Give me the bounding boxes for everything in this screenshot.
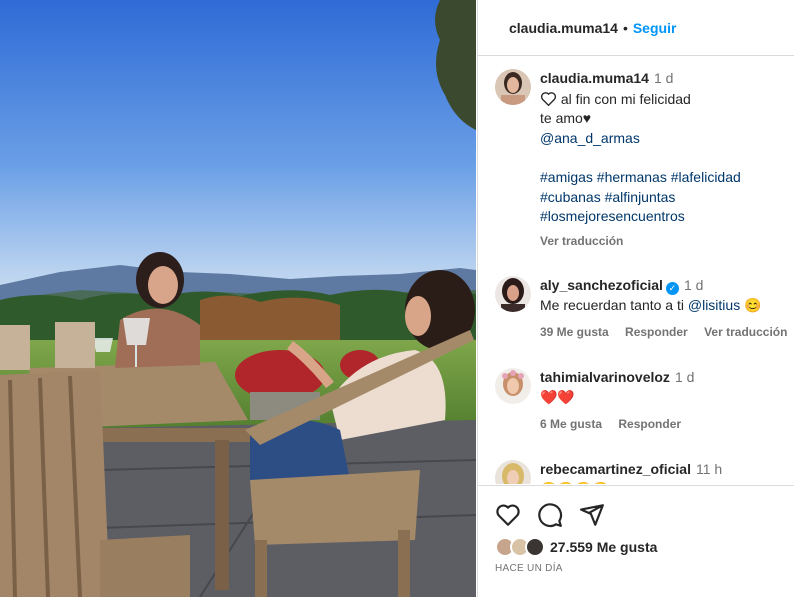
comment-likes[interactable]: 6 Me gusta xyxy=(540,417,602,431)
post-side-panel: claudia.muma14 • Seguir claudia.muma14 1 … xyxy=(477,0,794,597)
caption: claudia.muma14 1 d al fin con mi felicida… xyxy=(495,69,790,251)
caption-mention[interactable]: @ana_d_armas xyxy=(540,129,741,149)
follow-button[interactable]: Seguir xyxy=(633,20,677,36)
translate-button[interactable]: Ver traducción xyxy=(704,325,787,339)
avatar xyxy=(525,537,545,557)
share-icon[interactable] xyxy=(579,502,605,528)
comment-username[interactable]: aly_sanchezoficial xyxy=(540,277,663,293)
caption-username[interactable]: claudia.muma14 xyxy=(540,70,649,86)
comments-list[interactable]: claudia.muma14 1 d al fin con mi felicida… xyxy=(478,57,794,484)
comment-text: Me recuerdan tanto a ti xyxy=(540,296,684,313)
reply-button[interactable]: Responder xyxy=(618,417,681,431)
avatar[interactable] xyxy=(495,368,531,404)
liker-avatars xyxy=(495,537,545,557)
comment-likes[interactable]: 39 Me gusta xyxy=(540,325,609,339)
heart-icon[interactable] xyxy=(495,502,521,528)
comment-username[interactable]: rebecamartinez_oficial xyxy=(540,461,691,477)
comment-item: aly_sanchezoficial ✓ 1 d Me recuerdan tant… xyxy=(495,276,790,343)
caption-hashtags-3[interactable]: #losmejoresencuentros xyxy=(540,207,741,227)
comment-time[interactable]: 1 d xyxy=(675,369,694,385)
caption-line-1: al fin con mi felicidad xyxy=(560,90,691,107)
comment-text: ❤️❤️ xyxy=(540,388,575,405)
comment-item: rebecamartinez_oficial 11 h 😍😍😍😍 xyxy=(495,460,790,484)
comment-item: tahimialvarinoveloz 1 d ❤️❤️ 6 Me gusta R… xyxy=(495,368,790,435)
post-photo[interactable] xyxy=(0,0,476,597)
comment-emoji: 😊 xyxy=(744,296,762,313)
post-actions: 27.559 Me gusta HACE UN DÍA xyxy=(478,485,794,574)
post-header: claudia.muma14 • Seguir xyxy=(478,0,794,56)
photo-scene xyxy=(0,0,476,597)
caption-time[interactable]: 1 d xyxy=(654,70,673,86)
likes-summary[interactable]: 27.559 Me gusta xyxy=(495,537,657,557)
post-timestamp[interactable]: HACE UN DÍA xyxy=(495,563,563,574)
likes-count[interactable]: 27.559 Me gusta xyxy=(550,539,657,555)
comment-mention[interactable]: @lisitius xyxy=(688,297,740,313)
author-username[interactable]: claudia.muma14 xyxy=(509,20,618,36)
caption-translate-button[interactable]: Ver traducción xyxy=(540,234,623,248)
avatar[interactable] xyxy=(495,69,531,105)
comment-icon[interactable] xyxy=(537,502,563,528)
reply-button[interactable]: Responder xyxy=(625,325,688,339)
avatar[interactable] xyxy=(495,276,531,312)
caption-hashtags-2[interactable]: #cubanas #alfinjuntas xyxy=(540,188,741,208)
separator-dot: • xyxy=(622,19,628,36)
comment-text: 😍😍😍😍 xyxy=(540,480,722,485)
caption-line-2: te amo♥ xyxy=(540,110,592,126)
caption-hashtags-1[interactable]: #amigas #hermanas #lafelicidad xyxy=(540,168,741,188)
avatar[interactable] xyxy=(495,460,531,484)
verified-badge-icon: ✓ xyxy=(665,282,679,295)
comment-time[interactable]: 1 d xyxy=(684,277,703,293)
heart-outline-icon xyxy=(540,91,557,106)
comment-time[interactable]: 11 h xyxy=(696,461,722,477)
comment-username[interactable]: tahimialvarinoveloz xyxy=(540,369,670,385)
